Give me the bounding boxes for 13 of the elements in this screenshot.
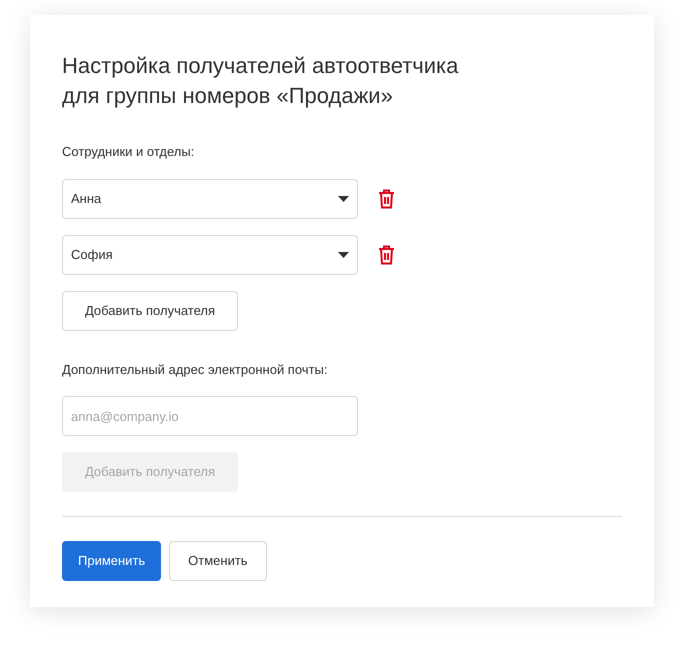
apply-button[interactable]: Применить (62, 541, 162, 581)
recipient-select[interactable]: Анна (62, 178, 358, 218)
field-label: Сотрудники и отделы: (62, 143, 196, 161)
dropdown-caret-icon (338, 252, 349, 258)
cancel-button[interactable]: Отменить (169, 541, 267, 581)
dropdown-caret-icon (338, 196, 349, 202)
add-recipient-button[interactable]: Добавить получателя (62, 290, 238, 330)
trash-icon[interactable] (378, 188, 395, 208)
recipient-select[interactable]: София (62, 234, 358, 274)
dialog-title: Настройка получателей автоответчика для группы номеров «Продажи» (62, 52, 460, 110)
trash-icon[interactable] (378, 244, 395, 264)
email-field[interactable]: anna@company.io (62, 396, 358, 436)
field-label: Дополнительный адрес электронной почты: (62, 360, 328, 379)
